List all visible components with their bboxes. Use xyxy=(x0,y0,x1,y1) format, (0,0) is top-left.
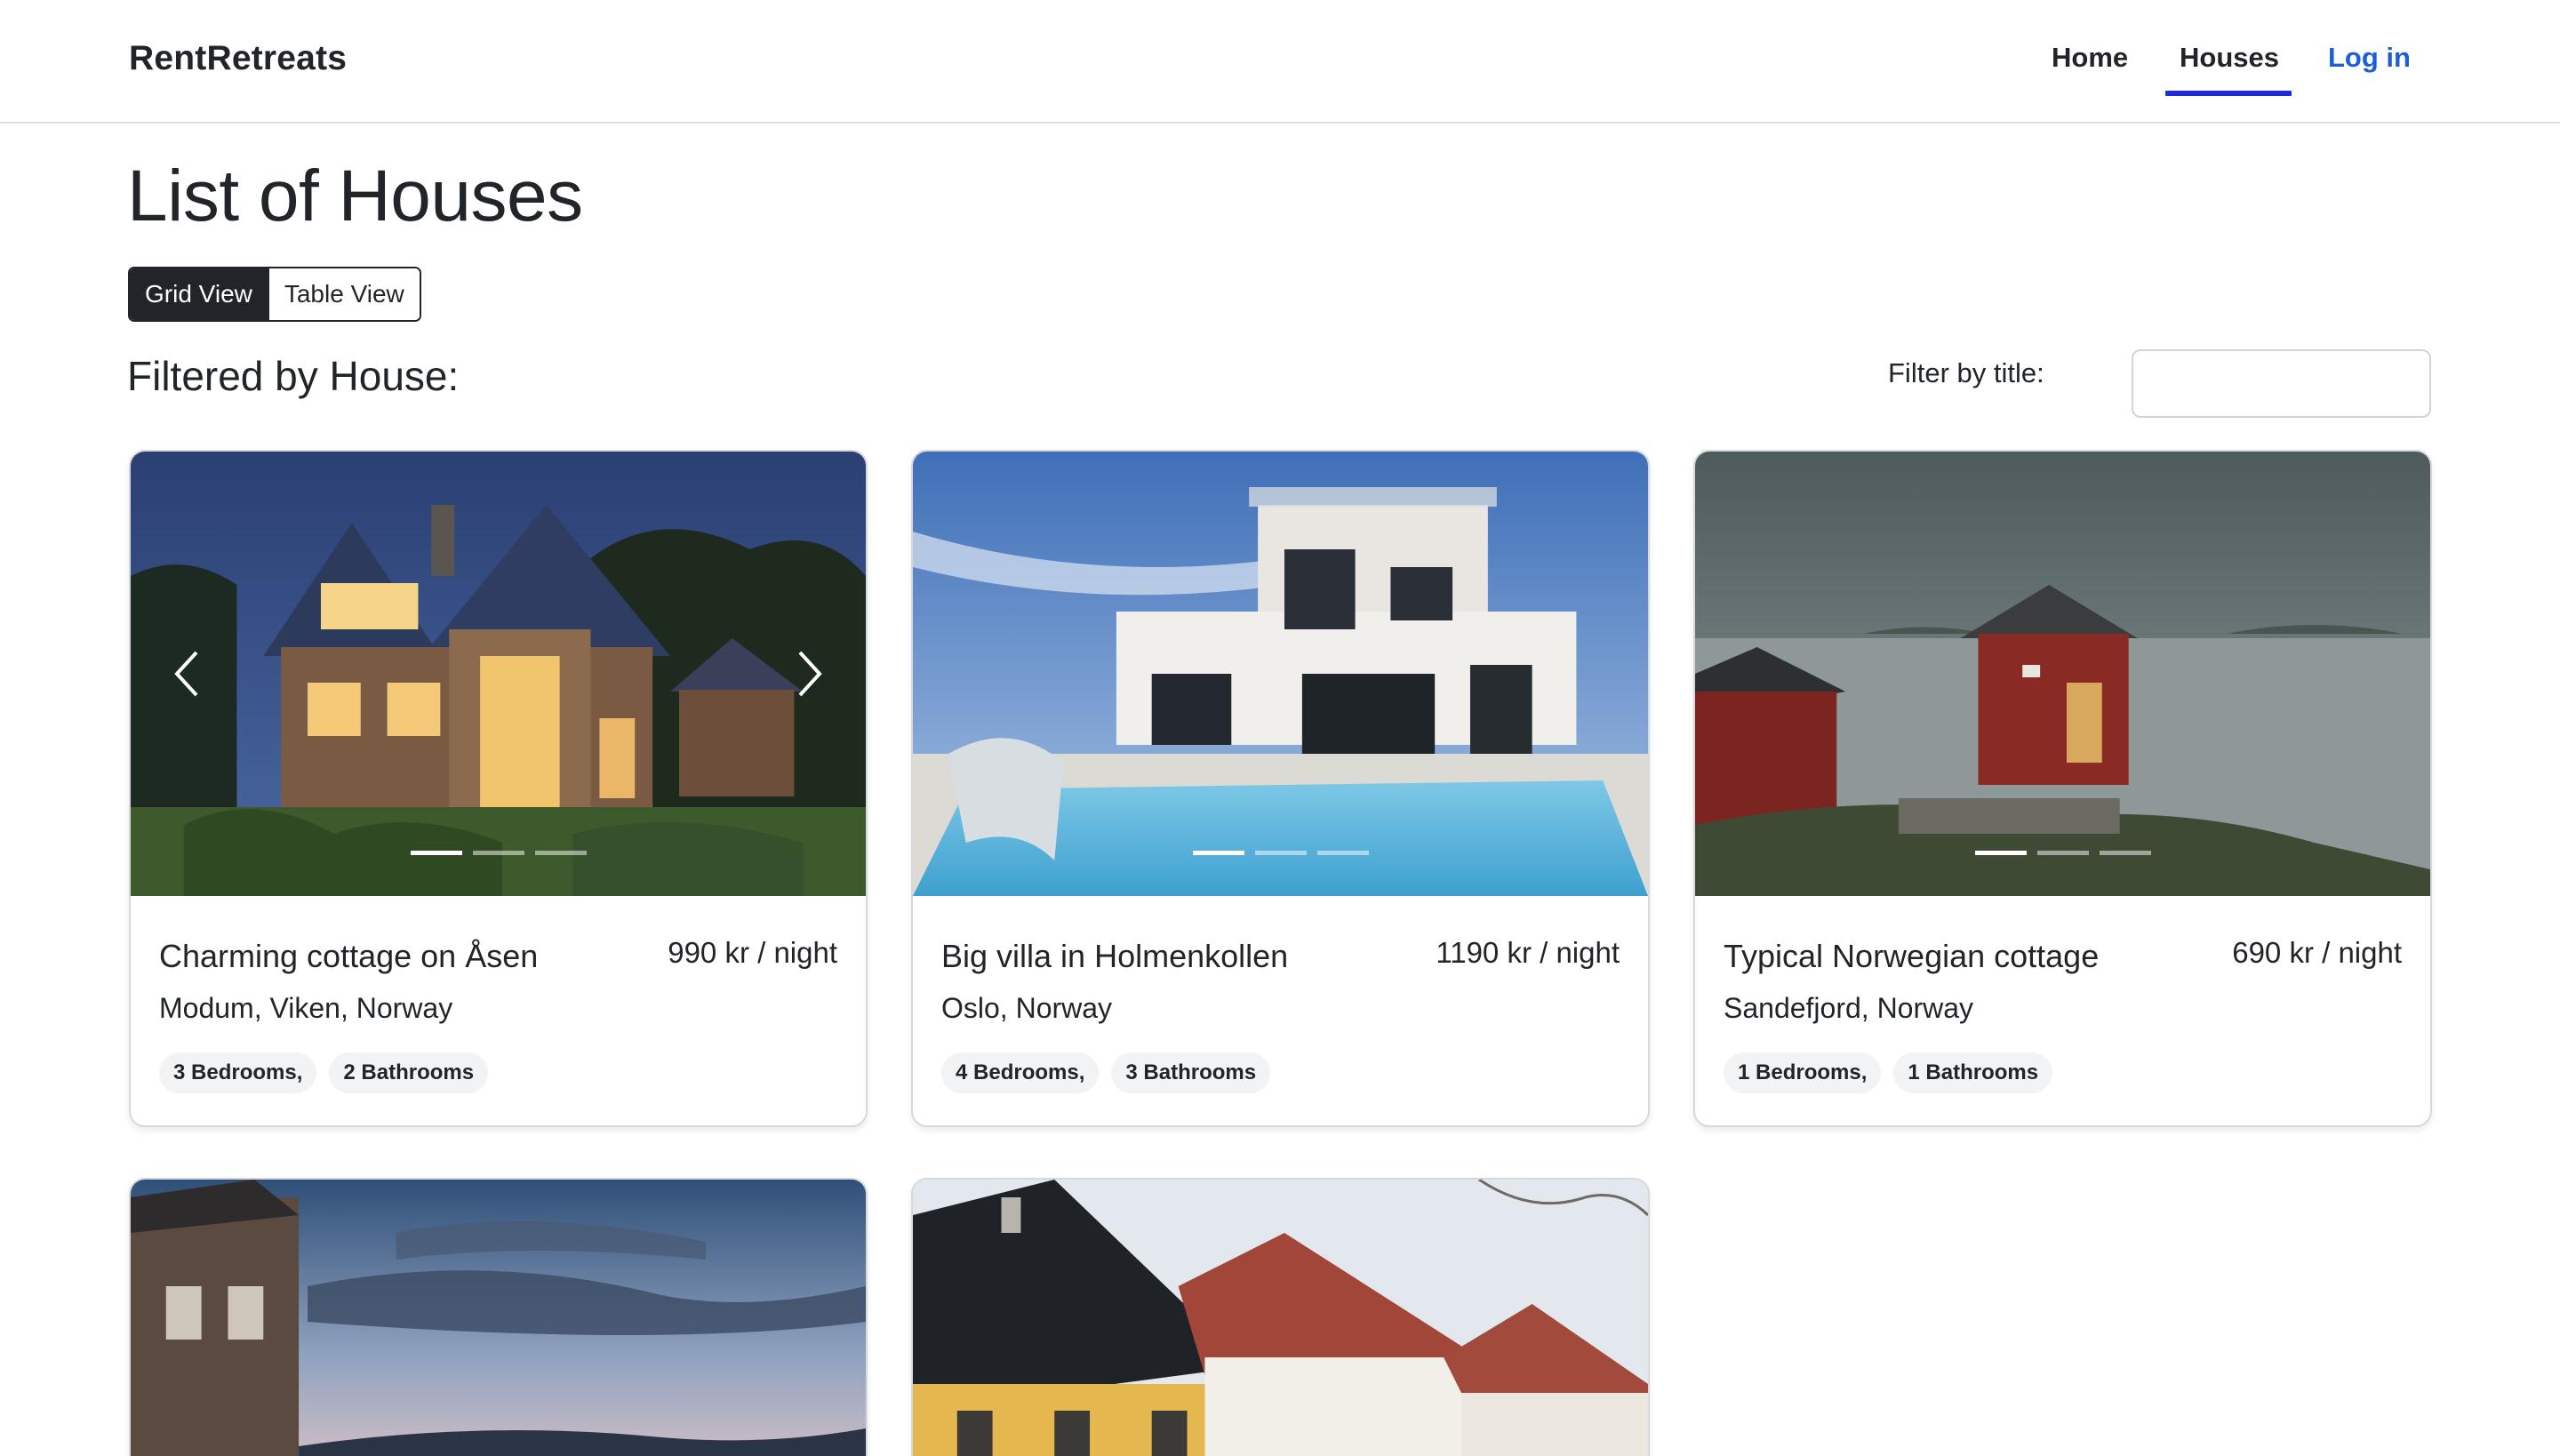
house-title[interactable]: Typical Norwegian cottage xyxy=(1724,938,2099,975)
carousel-indicator[interactable] xyxy=(2099,851,2151,855)
house-card-body: Big villa in Holmenkollen 1190 kr / nigh… xyxy=(913,896,1648,1125)
nav-login-link[interactable]: Log in xyxy=(2328,42,2411,74)
bathrooms-badge: 1 Bathrooms xyxy=(1893,1052,2053,1093)
bedrooms-badge: 4 Bedrooms, xyxy=(941,1052,1100,1093)
carousel-indicators xyxy=(913,851,1648,855)
chevron-left-icon[interactable] xyxy=(170,649,205,699)
table-view-button[interactable]: Table View xyxy=(267,268,420,320)
carousel-indicator[interactable] xyxy=(472,851,524,855)
nav-home-link[interactable]: Home xyxy=(2052,42,2128,74)
brand-logo[interactable]: RentRetreats xyxy=(129,39,347,78)
house-location: Oslo, Norway xyxy=(941,992,1113,1024)
grid-view-button[interactable]: Grid View xyxy=(130,268,268,320)
house-carousel[interactable] xyxy=(131,1180,866,1456)
house-card-body: Typical Norwegian cottage 690 kr / night… xyxy=(1695,896,2430,1125)
modern-villa-pool-image xyxy=(913,452,1648,896)
bedrooms-badge: 1 Bedrooms, xyxy=(1724,1052,1882,1093)
house-price: 990 kr / night xyxy=(668,936,837,969)
bathrooms-badge: 3 Bathrooms xyxy=(1111,1052,1271,1093)
carousel-indicator[interactable] xyxy=(1974,851,2027,855)
house-title[interactable]: Charming cottage on Åsen xyxy=(159,938,538,975)
carousel-indicator[interactable] xyxy=(1192,851,1244,855)
house-card[interactable]: Charming cottage on Åsen 990 kr / night … xyxy=(129,450,868,1127)
filter-title-label: Filter by title: xyxy=(1888,357,2044,388)
carousel-indicator[interactable] xyxy=(1316,851,1369,855)
bedrooms-badge: 3 Bedrooms, xyxy=(159,1052,317,1093)
house-badges: 3 Bedrooms, 2 Bathrooms xyxy=(159,1052,489,1093)
house-card[interactable] xyxy=(129,1178,868,1456)
carousel-indicator[interactable] xyxy=(534,851,587,855)
carousel-indicators xyxy=(1695,851,2430,855)
house-badges: 4 Bedrooms, 3 Bathrooms xyxy=(941,1052,1271,1093)
house-price: 690 kr / night xyxy=(2232,936,2402,969)
carousel-indicators xyxy=(131,851,866,855)
house-carousel[interactable] xyxy=(913,1180,1648,1456)
carousel-indicator[interactable] xyxy=(2036,851,2089,855)
house-title[interactable]: Big villa in Holmenkollen xyxy=(941,938,1288,975)
chevron-right-icon[interactable] xyxy=(791,649,827,699)
nav-houses-link[interactable]: Houses xyxy=(2180,42,2279,74)
house-card[interactable]: Typical Norwegian cottage 690 kr / night… xyxy=(1693,450,2432,1127)
view-toggle: Grid View Table View xyxy=(128,267,421,322)
cottage-evening-image xyxy=(131,452,866,896)
house-price: 1190 kr / night xyxy=(1436,936,1620,969)
carousel-indicator[interactable] xyxy=(1254,851,1307,855)
page-title: List of Houses xyxy=(127,156,583,236)
house-card[interactable]: Big villa in Holmenkollen 1190 kr / nigh… xyxy=(911,450,1650,1127)
townhouse-row-image xyxy=(913,1180,1648,1456)
house-location: Modum, Viken, Norway xyxy=(159,992,453,1024)
house-carousel[interactable] xyxy=(131,452,866,896)
house-card[interactable] xyxy=(911,1178,1650,1456)
filtered-by-label: Filtered by House: xyxy=(127,353,460,399)
fjord-dusk-image xyxy=(131,1180,866,1456)
filter-title-input[interactable] xyxy=(2132,349,2431,418)
bathrooms-badge: 2 Bathrooms xyxy=(329,1052,489,1093)
active-nav-indicator xyxy=(2165,91,2292,96)
house-carousel[interactable] xyxy=(913,452,1648,896)
house-carousel[interactable] xyxy=(1695,452,2430,896)
carousel-indicator[interactable] xyxy=(410,851,462,855)
house-card-body: Charming cottage on Åsen 990 kr / night … xyxy=(131,896,866,1125)
red-cottage-fjord-image xyxy=(1695,452,2430,896)
top-navbar: RentRetreats Home Houses Log in xyxy=(0,0,2560,124)
house-location: Sandefjord, Norway xyxy=(1724,992,1974,1024)
house-badges: 1 Bedrooms, 1 Bathrooms xyxy=(1724,1052,2053,1093)
